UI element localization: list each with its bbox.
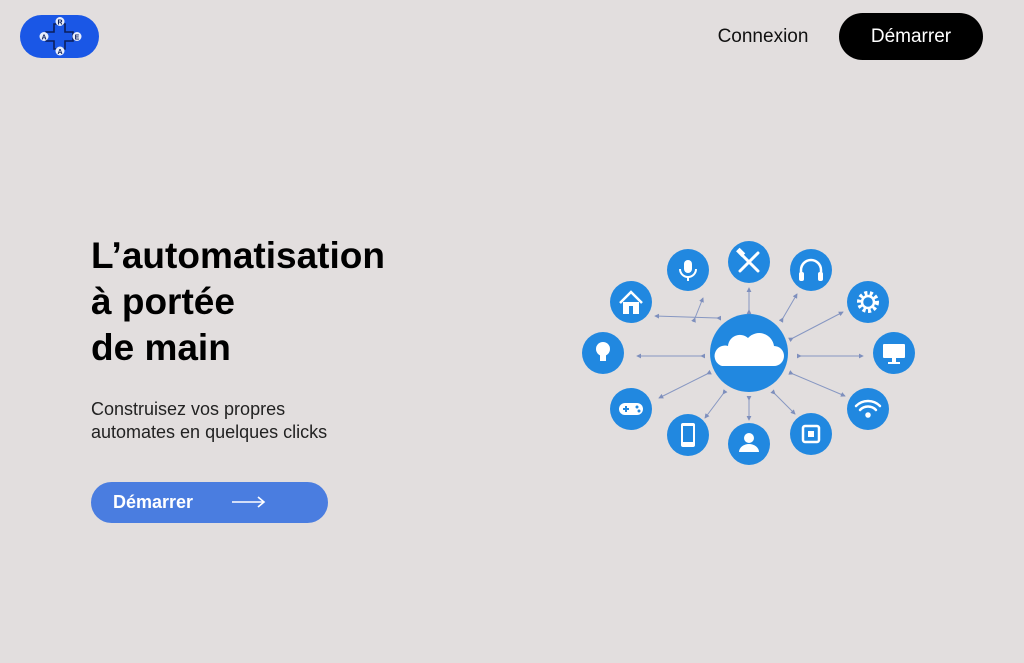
tools-node [728,241,770,283]
home-node [610,281,652,323]
hero-subtitle-line-2: automates en quelques clicks [91,422,328,442]
logo-letter-e: E [75,35,80,42]
hero-subtitle-line-1: Construisez vos propres [91,399,286,419]
gamepad-icon [619,403,643,415]
start-button-hero[interactable]: Démarrer [91,482,328,523]
user-node [728,423,770,465]
arrow-right-icon [232,496,266,508]
cloud-network-illustration [582,241,915,465]
login-link[interactable]: Connexion [700,14,826,60]
start-button-hero-label: Démarrer [113,492,194,512]
headphones-node [790,249,832,291]
start-button-header[interactable]: Démarrer [839,13,983,60]
center-node [710,314,788,392]
microphone-node [667,249,709,291]
monitor-node [873,332,915,374]
logo-letter-a: A [41,35,46,42]
smartphone-icon [681,423,695,447]
hero-title: L’automatisation à portée de main [91,233,385,371]
hero-subtitle: Construisez vos propres automates en que… [91,398,327,444]
lightbulb-node [582,332,624,374]
hero-title-line-2: à portée [91,281,235,322]
chip-node [790,413,832,455]
hero-title-line-3: de main [91,327,231,368]
app-logo[interactable]: R A E A [20,15,99,58]
logo-letter-r: R [57,20,62,27]
gear-node [847,281,889,323]
logo-letter-a2: A [57,49,62,56]
smartphone-node [667,414,709,456]
hero-title-line-1: L’automatisation [91,235,385,276]
gamepad-node [610,388,652,430]
wifi-node [847,388,889,430]
